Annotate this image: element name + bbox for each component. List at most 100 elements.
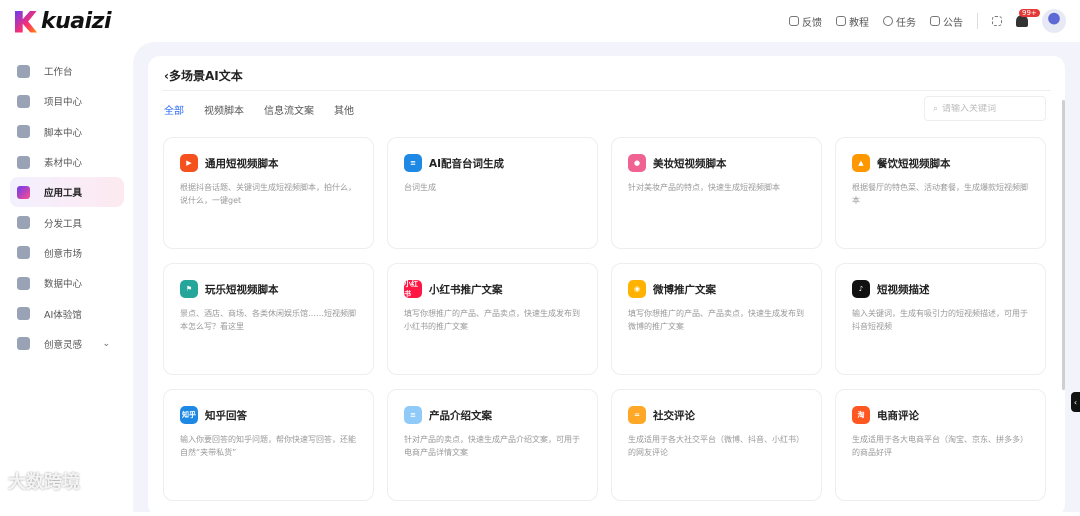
tool-icon: ⚑: [180, 280, 198, 298]
avatar[interactable]: [1042, 9, 1066, 33]
tool-card[interactable]: ≡ 产品介绍文案 针对产品的卖点，快速生成产品介绍文案，可用于电商产品详情文案: [387, 389, 598, 501]
sidebar-item-label: 数据中心: [44, 279, 83, 291]
sidebar-item-icon: [17, 64, 30, 78]
sidebar-item-icon: [17, 94, 30, 108]
tool-description: 填写你想推广的产品、产品卖点，快速生成发布到微博的推广文案: [628, 309, 804, 331]
task-link[interactable]: 任务: [883, 14, 916, 29]
tool-description: 填写你想推广的产品、产品卖点，快速生成发布到小红书的推广文案: [404, 309, 580, 331]
sidebar-item[interactable]: 数据中心: [10, 268, 124, 298]
feedback-link[interactable]: 反馈: [789, 14, 822, 29]
tool-name: AI配音台词生成: [429, 157, 505, 170]
sidebar-item-icon: [17, 276, 30, 290]
logo[interactable]: kuaizi: [15, 9, 112, 34]
sidebar-item-icon: [17, 185, 30, 199]
tool-name: 通用短视频脚本: [205, 157, 279, 170]
tool-description: 针对产品的卖点，快速生成产品介绍文案，可用于电商产品详情文案: [404, 435, 580, 457]
sidebar-item-label: 工作台: [44, 67, 73, 79]
feedback-icon: [789, 16, 799, 26]
scrollbar[interactable]: [1062, 100, 1065, 390]
tool-card[interactable]: 知乎 知乎回答 输入你要回答的知乎问题，帮你快速写回答，还能自然“夹带私货”: [163, 389, 374, 501]
sidebar-item[interactable]: 应用工具: [10, 177, 124, 208]
tool-card[interactable]: ♪ 短视频描述 输入关键词，生成有吸引力的短视频描述，可用于抖音短视频: [835, 263, 1046, 375]
tool-name: 短视频描述: [877, 283, 930, 296]
tool-icon: 小红书: [404, 280, 422, 298]
tool-card[interactable]: ▶ 通用短视频脚本根据抖音话题、关键词生成短视频脚本，拍什么，说什么，一键get: [163, 137, 374, 249]
sidebar-item-label: 创意市场: [44, 248, 83, 260]
tool-description: 根据抖音话题、关键词生成短视频脚本，拍什么，说什么，一键get: [180, 183, 356, 205]
sidebar-item-label: 应用工具: [44, 188, 83, 200]
bell-icon[interactable]: 99+: [1016, 9, 1040, 27]
search-input[interactable]: [942, 103, 1033, 114]
tutorial-label: 教程: [849, 17, 869, 29]
tool-card[interactable]: 淘电商评论生成适用于各大电商平台（淘宝、京东、拼多多）的商品好评: [835, 389, 1046, 501]
top-nav: 反馈 教程 任务 公告 99+: [789, 9, 1066, 33]
video-icon: [836, 16, 846, 26]
brand-name: kuaizi: [41, 9, 112, 34]
tool-description: 输入你要回答的知乎问题，帮你快速写回答，还能自然“夹带私货”: [180, 435, 356, 457]
sidebar-item[interactable]: 脚本中心: [10, 117, 124, 147]
tool-icon: ▶: [180, 154, 198, 172]
tool-icon: ♪: [852, 280, 870, 298]
tool-description: 生成适用于各大社交平台（微博、抖音、小红书）的网友评论: [628, 435, 804, 457]
tool-name: 美妆短视频脚本: [653, 157, 727, 170]
tool-name: 小红书推广文案: [429, 283, 503, 296]
tool-icon: ≡: [404, 406, 422, 424]
tool-grid: ▶ 通用短视频脚本根据抖音话题、关键词生成短视频脚本，拍什么，说什么，一键get ≡…: [163, 137, 1046, 501]
tool-name: 知乎回答: [205, 409, 247, 422]
sidebar-item-icon: [17, 307, 30, 321]
sidebar-item-label: 创意灵感: [44, 339, 83, 351]
chevron-down-icon[interactable]: ⌄: [102, 339, 110, 349]
tab-video-script[interactable]: 视频脚本: [204, 102, 244, 117]
tab-feed-copy[interactable]: 信息流文案: [264, 102, 314, 117]
sidebar-item[interactable]: AI体验馆: [10, 298, 124, 328]
tab-other[interactable]: 其他: [334, 102, 354, 117]
sidebar-item[interactable]: 素材中心: [10, 147, 124, 177]
search-icon: ⌕: [933, 103, 939, 114]
tool-card[interactable]: ● 美妆短视频脚本针对美妆产品的特点，快速生成短视频脚本: [611, 137, 822, 249]
feedback-label: 反馈: [802, 17, 822, 29]
sidebar-item[interactable]: 分发工具: [10, 207, 124, 237]
sidebar: 工作台 项目中心 脚本中心 素材中心 应用工具 分发工具 创意市场 数据中心 AI体验馆 创意灵感…: [10, 56, 124, 359]
tool-description: 根据餐厅的特色菜、活动套餐，生成爆款短视频脚本: [852, 183, 1028, 205]
tool-card[interactable]: ⚑ 玩乐短视频脚本景点、酒店、商场、各类休闲娱乐馆……短视频脚本怎么写？看这里: [163, 263, 374, 375]
tool-name: 餐饮短视频脚本: [877, 157, 951, 170]
tutorial-link[interactable]: 教程: [836, 14, 869, 29]
sidebar-item-label: 脚本中心: [44, 127, 83, 139]
sidebar-item-label: 分发工具: [44, 218, 83, 230]
sidebar-item[interactable]: 工作台: [10, 56, 124, 86]
tool-card[interactable]: ◉ 微博推广文案填写你想推广的产品、产品卖点，快速生成发布到微博的推广文案: [611, 263, 822, 375]
tool-description: 针对美妆产品的特点，快速生成短视频脚本: [628, 183, 780, 192]
apps-icon[interactable]: [992, 16, 1002, 26]
tool-icon: ≡: [404, 154, 422, 172]
tool-icon: ●: [628, 154, 646, 172]
tool-description: 景点、酒店、商场、各类休闲娱乐馆……短视频脚本怎么写？看这里: [180, 309, 356, 331]
sidebar-item-icon: [17, 216, 30, 230]
collapse-panel-button[interactable]: ‹: [1071, 392, 1080, 412]
sidebar-item[interactable]: 创意灵感 ⌄: [10, 329, 124, 359]
tool-icon: 淘: [852, 406, 870, 424]
tool-name: 电商评论: [877, 409, 919, 422]
tool-card[interactable]: ▲ 餐饮短视频脚本根据餐厅的特色菜、活动套餐，生成爆款短视频脚本: [835, 137, 1046, 249]
sidebar-item-icon: [17, 337, 30, 351]
sidebar-item[interactable]: 项目中心: [10, 86, 124, 116]
page-title-text: 多场景AI文本: [168, 69, 243, 83]
sidebar-item-label: 素材中心: [44, 158, 83, 170]
tool-name: 玩乐短视频脚本: [205, 283, 279, 296]
tool-name: 微博推广文案: [653, 283, 716, 296]
announcement-label: 公告: [943, 17, 963, 29]
tool-description: 生成适用于各大电商平台（淘宝、京东、拼多多）的商品好评: [852, 435, 1028, 457]
tool-card[interactable]: 小红书 小红书推广文案填写你想推广的产品、产品卖点，快速生成发布到小红书的推广文案: [387, 263, 598, 375]
tool-card[interactable]: = 社交评论 生成适用于各大社交平台（微博、抖音、小红书）的网友评论: [611, 389, 822, 501]
tool-icon: ▲: [852, 154, 870, 172]
speaker-icon: [930, 16, 940, 26]
tool-icon: ◉: [628, 280, 646, 298]
divider: [162, 90, 1051, 91]
task-label: 任务: [896, 17, 916, 29]
task-icon: [883, 16, 893, 26]
tool-card[interactable]: ≡ AI配音台词生成 台词生成: [387, 137, 598, 249]
tab-all[interactable]: 全部: [164, 102, 184, 117]
page-title[interactable]: ‹多场景AI文本: [164, 67, 243, 84]
announcement-link[interactable]: 公告: [930, 14, 963, 29]
tool-icon: =: [628, 406, 646, 424]
sidebar-item[interactable]: 创意市场: [10, 238, 124, 268]
